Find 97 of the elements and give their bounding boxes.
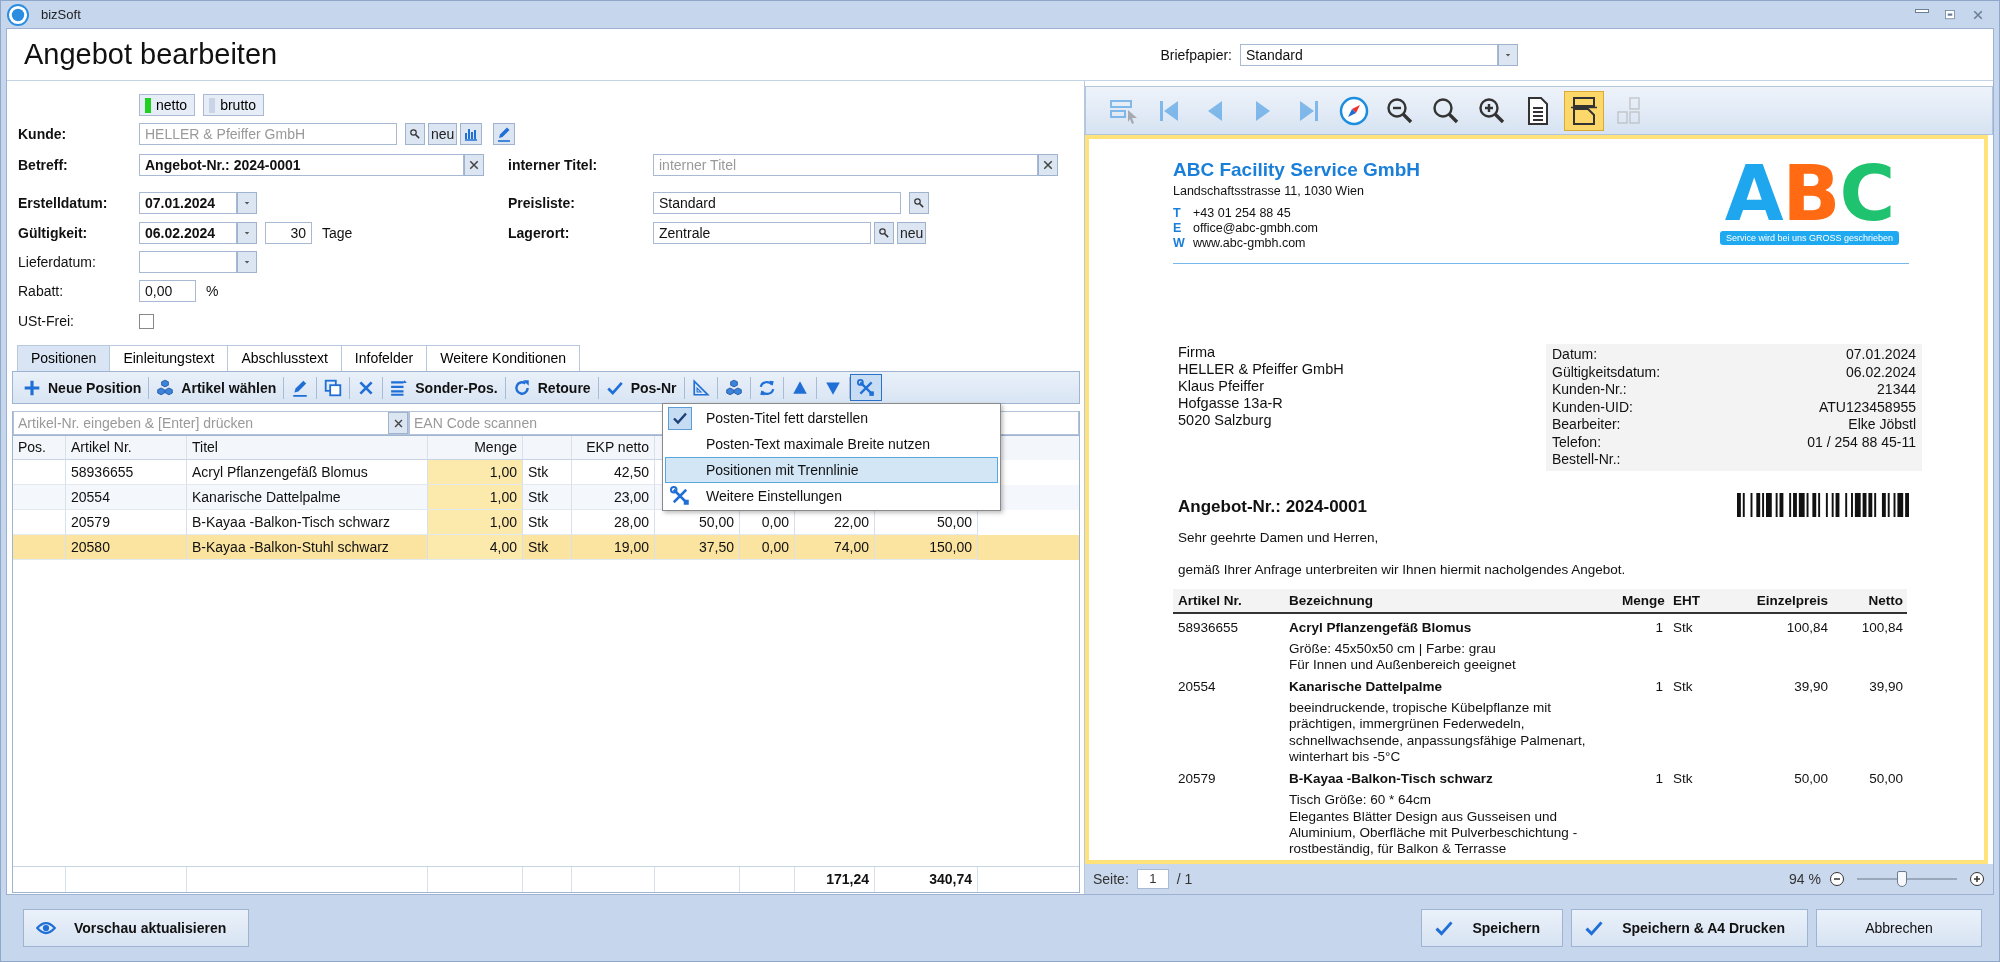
field-label: Briefpapier:	[1160, 45, 1232, 65]
info-value: ATU123458955	[1818, 398, 1916, 416]
info-label: Kunden-UID:	[1552, 398, 1633, 416]
company-address: Landschaftsstrasse 11, 1030 Wien	[1173, 184, 1365, 198]
item-number: 20554	[1178, 679, 1216, 695]
column-header: Artikel Nr.	[1178, 592, 1242, 608]
address-line: 5020 Salzburg	[1178, 412, 1273, 429]
table-cell: 37,50	[655, 535, 740, 560]
column-header: Bezeichnung	[1289, 592, 1373, 608]
greeting: Sehr geehrte Damen und Herren,	[1178, 529, 1380, 545]
item-unit: Stk	[1673, 679, 1693, 695]
window-title: bizSoft	[41, 7, 81, 22]
company-logo: ABC Service wird bei uns GROSS geschrieben	[1719, 159, 1899, 251]
column-header: Menge	[1622, 592, 1665, 608]
contact-value: office@abc-gmbh.com	[1193, 221, 1318, 235]
table-cell: 0,00	[740, 535, 795, 560]
field-label: Kunde:	[18, 125, 67, 144]
column-header: Einzelpreis	[1756, 592, 1828, 608]
contact-key: T	[1173, 206, 1193, 221]
info-value: 21344	[1877, 381, 1916, 399]
total-cell: 171,24	[795, 867, 875, 892]
item-title: Kanarische Dattelpalme	[1289, 679, 1444, 695]
page-label: Seite:	[1093, 871, 1129, 887]
info-value: 07.01.2024	[1845, 346, 1916, 364]
info-value: 06.02.2024	[1845, 363, 1916, 381]
column-header: EHT	[1673, 592, 1700, 608]
address-line: HELLER & Pfeiffer GmbH	[1178, 361, 1344, 378]
contact-value: www.abc-gmbh.com	[1193, 236, 1306, 250]
total-cell: 340,74	[875, 867, 978, 892]
table-cell: Stk	[523, 535, 572, 560]
page-total: / 1	[1176, 871, 1193, 887]
column-header: Pos.	[13, 436, 66, 460]
address-line: Hofgasse 13a-R	[1178, 395, 1284, 412]
field-label: Betreff:	[18, 156, 68, 175]
item-price: 100,84	[1786, 619, 1828, 635]
zoom-value: 94 %	[1789, 871, 1821, 887]
column-header: Titel	[187, 436, 428, 460]
info-value: Elke Jöbstl	[1848, 416, 1916, 434]
item-title: Acryl Pflanzengefäß Blomus	[1289, 619, 1473, 635]
field-label: Rabatt:	[18, 282, 64, 301]
table-cell: Stk	[523, 485, 572, 510]
item-net: 100,84	[1861, 619, 1903, 635]
table-cell: B-Kayaa -Balkon-Stuhl schwarz	[187, 535, 428, 560]
info-value: 01 / 254 88 45-11	[1807, 433, 1916, 451]
column-header: EKP netto	[572, 436, 655, 460]
item-quantity: 1	[1655, 679, 1663, 695]
info-label: Kunden-Nr.:	[1552, 381, 1627, 399]
table-cell: 1,00	[428, 460, 523, 485]
field-label: Preisliste:	[508, 194, 575, 213]
item-unit: Stk	[1673, 771, 1693, 787]
address-line: Klaus Pfeiffer	[1178, 378, 1265, 395]
intro-text: gemäß Ihrer Anfrage unterbreiten wir Ihnen hiermit nacholgendes Angebot.	[1178, 561, 1627, 577]
item-price: 50,00	[1794, 771, 1828, 787]
item-description: Größe: 45x50x50 cm | Farbe: grau Für Innen und Außenbereich geeignet	[1289, 640, 1517, 674]
field-label: interner Titel:	[508, 156, 598, 175]
table-cell: Kanarische Dattelpalme	[187, 485, 428, 510]
item-price: 39,90	[1794, 679, 1828, 695]
page-title: Angebot bearbeiten	[24, 38, 278, 71]
table-cell: 20580	[66, 535, 187, 560]
table-cell: 19,00	[572, 535, 655, 560]
table-cell: 4,00	[428, 535, 523, 560]
item-description: beeindruckende, tropische Kübelpflanze mit prächtigen, immergrünen Federwedeln, schnellwachsende, anpassungsfähige Palmenart, winterhart bis -5°C	[1289, 700, 1587, 766]
field-label: Lagerort:	[508, 224, 570, 243]
info-label: Bestell-Nr.:	[1552, 451, 1621, 469]
info-label: Gültigkeitsdatum:	[1552, 363, 1661, 381]
info-label: Telefon:	[1552, 433, 1602, 451]
info-label: Bearbeiter:	[1552, 416, 1621, 434]
contact-value: +43 01 254 88 45	[1193, 206, 1291, 220]
item-net: 50,00	[1869, 771, 1903, 787]
contact-key: W	[1173, 236, 1193, 251]
field-label: Erstelldatum:	[18, 194, 108, 213]
item-quantity: 1	[1655, 619, 1663, 635]
item-number: 20579	[1178, 771, 1216, 787]
item-quantity: 1	[1655, 771, 1663, 787]
column-header: Netto	[1868, 592, 1903, 608]
item-number: 58936655	[1178, 619, 1239, 635]
item-net: 39,90	[1869, 679, 1903, 695]
table-cell: 1,00	[428, 485, 523, 510]
days-unit: Tage	[322, 224, 353, 243]
table-cell: 1,00	[428, 510, 523, 535]
info-label: Datum:	[1552, 346, 1598, 364]
document-title: Angebot-Nr.: 2024-0001	[1178, 496, 1367, 517]
table-cell: 150,00	[875, 535, 978, 560]
contact-key: E	[1173, 221, 1193, 236]
field-label: USt-Frei:	[18, 312, 74, 331]
percent-unit: %	[206, 282, 219, 301]
table-cell: 74,00	[795, 535, 875, 560]
address-line: Firma	[1178, 344, 1217, 361]
company-name: ABC Facility Service GmbH	[1173, 159, 1421, 181]
field-label: Gültigkeit:	[18, 224, 88, 243]
item-description: Tisch Größe: 60 * 64cm Elegantes Blätter Design aus Gusseisen und Aluminium, Oberfläche mit Pulverbeschichtung - rostbeständig, für Balkon & Terrasse	[1289, 792, 1579, 858]
field-label: Lieferdatum:	[18, 253, 96, 272]
item-unit: Stk	[1673, 619, 1693, 635]
column-header: Artikel Nr.	[66, 436, 187, 460]
table-cell: 23,00	[572, 485, 655, 510]
item-title: B-Kayaa -Balkon-Tisch schwarz	[1289, 771, 1494, 787]
table-cell: 20554	[66, 485, 187, 510]
